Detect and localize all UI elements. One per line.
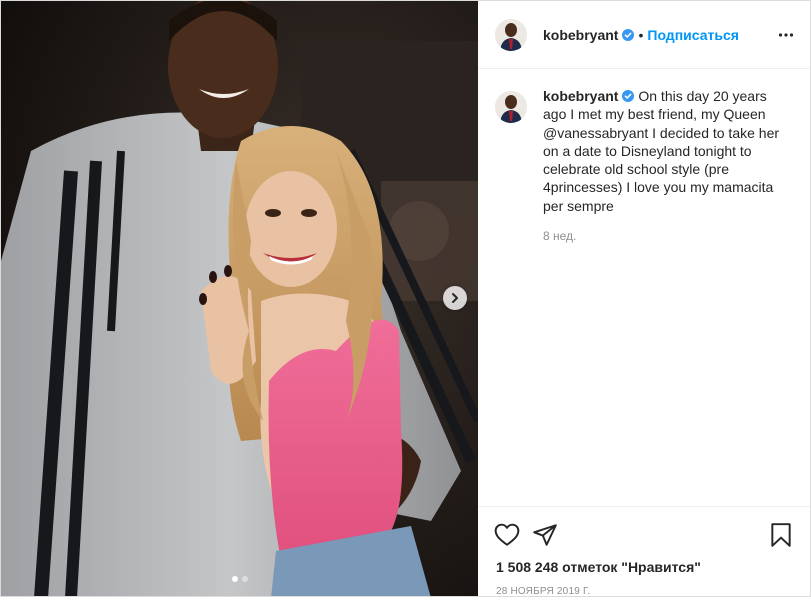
more-options-icon (778, 32, 794, 37)
author-username[interactable]: kobebryant (543, 27, 618, 43)
verified-badge-icon (622, 28, 635, 41)
carousel-indicator (1, 576, 478, 582)
chevron-right-icon (452, 293, 458, 303)
carousel-next-button[interactable] (443, 286, 467, 310)
caption-author-username[interactable]: kobebryant (543, 88, 618, 104)
follow-button[interactable]: Подписаться (647, 27, 739, 43)
carousel-dot (231, 576, 238, 582)
likes-count[interactable]: 1 508 248 отметок "Нравится" (496, 559, 794, 575)
post-dialog: kobebryant • Подписаться kobebryant On t… (0, 0, 811, 597)
avatar-image (495, 18, 527, 51)
save-button[interactable] (768, 522, 794, 548)
post-side-panel: kobebryant • Подписаться kobebryant On t… (478, 1, 810, 597)
post-date[interactable]: 28 НОЯБРЯ 2019 Г. (496, 586, 794, 597)
avatar-image (495, 91, 527, 123)
bookmark-icon (771, 523, 791, 547)
verified-badge-icon (622, 90, 635, 102)
actions-section: 1 508 248 отметок "Нравится" 28 НОЯБРЯ 2… (478, 506, 810, 597)
like-button[interactable] (494, 522, 520, 548)
caption-age[interactable]: 8 нед. (543, 227, 793, 245)
caption: kobebryant On this day 20 years ago I me… (495, 87, 794, 245)
photo-image (1, 1, 478, 596)
comments-area: kobebryant On this day 20 years ago I me… (478, 69, 810, 506)
author-avatar[interactable] (495, 18, 527, 51)
carousel-dot (241, 576, 248, 582)
more-options-button[interactable] (778, 27, 794, 43)
caption-author-avatar[interactable] (495, 91, 527, 123)
header-separator: • (638, 26, 644, 43)
share-button[interactable] (532, 522, 558, 548)
caption-text: On this day 20 years ago I met my best f… (543, 88, 780, 214)
post-header: kobebryant • Подписаться (478, 1, 810, 69)
paper-plane-icon (533, 524, 557, 546)
action-bar (494, 515, 794, 555)
caption-body: kobebryant On this day 20 years ago I me… (543, 87, 793, 245)
heart-icon (494, 523, 520, 546)
post-photo[interactable] (1, 1, 478, 596)
